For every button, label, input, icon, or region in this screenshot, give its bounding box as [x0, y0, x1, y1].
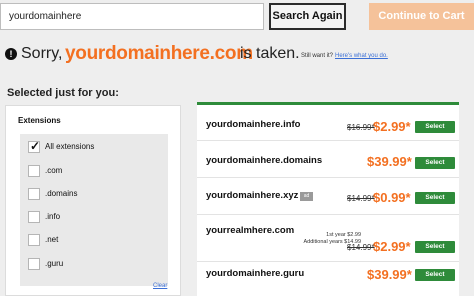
still-want-text: Still want it? [301, 53, 334, 59]
checkbox-checked-icon[interactable] [28, 139, 40, 153]
exclamation-icon: ! [5, 48, 17, 60]
original-price: $14.99* [347, 243, 375, 252]
sale-price: $0.99* [373, 190, 411, 205]
checkbox-icon[interactable] [28, 165, 40, 177]
result-domain: yourrealmhere.com [206, 225, 295, 236]
select-button[interactable]: Select [415, 241, 455, 253]
extension-filter-list: All extensions .com .domains .info .net … [20, 134, 168, 286]
select-button[interactable]: Select [415, 192, 455, 204]
checkbox-icon[interactable] [28, 258, 40, 270]
searched-domain: yourdomainhere.com [65, 43, 253, 64]
select-button[interactable]: Select [415, 121, 455, 133]
domain-result-row: yourdomainhere.xyz ad $14.99* $0.99* Sel… [197, 179, 459, 215]
sale-price: $39.99* [367, 267, 412, 282]
filter-label: All extensions [45, 142, 95, 151]
first-year-price-note: 1st year $2.99 [326, 232, 361, 238]
sorry-text: Sorry, [21, 45, 63, 62]
domain-result-row: yourdomainhere.guru $39.99* Select [197, 263, 459, 296]
continue-to-cart-button[interactable]: Continue to Cart [369, 3, 474, 30]
clear-filters-link[interactable]: Clear [153, 283, 167, 289]
is-taken-text: is taken. [240, 45, 300, 62]
filter-label: .info [45, 212, 61, 221]
checkbox-icon[interactable] [28, 211, 40, 223]
domain-result-row: yourdomainhere.domains $39.99* Select [197, 142, 459, 178]
ad-badge: ad [300, 192, 313, 201]
sale-price: $2.99* [373, 239, 411, 254]
result-domain: yourdomainhere.info [206, 119, 301, 130]
filter-label: .domains [45, 189, 78, 198]
result-domain: yourdomainhere.domains [206, 155, 323, 166]
sale-price: $39.99* [367, 154, 412, 169]
select-button[interactable]: Select [415, 157, 455, 169]
filter-label: .net [45, 235, 59, 244]
original-price: $14.99* [347, 194, 375, 203]
checkbox-icon[interactable] [28, 188, 40, 200]
domain-search-input[interactable]: yourdomainhere [0, 3, 264, 30]
heres-what-you-do-link[interactable]: Here's what you do. [335, 53, 388, 59]
original-price: $16.99* [347, 123, 375, 132]
result-domain: yourdomainhere.xyz [206, 190, 299, 201]
extension-filter-panel: Extensions All extensions .com .domains … [5, 105, 181, 296]
selected-for-you-heading: Selected just for you: [7, 87, 119, 99]
search-bar: yourdomainhere Search Again Continue to … [0, 0, 474, 34]
checkbox-icon[interactable] [28, 234, 40, 246]
search-again-button[interactable]: Search Again [269, 3, 346, 30]
domain-result-row: yourrealmhere.com 1st year $2.99 Additio… [197, 216, 459, 262]
domain-suggestions-list: yourdomainhere.info $16.99* $2.99* Selec… [197, 102, 459, 296]
select-button[interactable]: Select [415, 269, 455, 281]
sale-price: $2.99* [373, 119, 411, 134]
domain-result-row: yourdomainhere.info $16.99* $2.99* Selec… [197, 105, 459, 141]
result-domain: yourdomainhere.guru [206, 268, 305, 279]
filter-label: .com [45, 166, 63, 175]
filter-label: .guru [45, 259, 64, 268]
extensions-heading: Extensions [18, 116, 61, 125]
